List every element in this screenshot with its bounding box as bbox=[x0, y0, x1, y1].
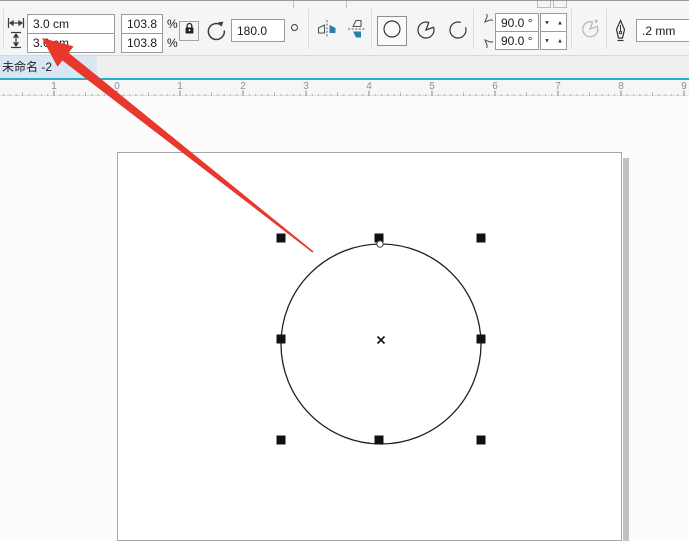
mirror-vertical-button[interactable] bbox=[344, 19, 370, 43]
toolbar-remnant bbox=[537, 1, 551, 8]
ellipse-mode-button[interactable] bbox=[377, 16, 407, 46]
svg-text:0: 0 bbox=[114, 81, 120, 92]
svg-text:2: 2 bbox=[240, 81, 246, 92]
scale-y-percent-label: % bbox=[167, 36, 178, 50]
spinner-down-icon[interactable]: ▼ bbox=[544, 19, 550, 26]
toolbar-remnant bbox=[293, 1, 294, 8]
toolbar-remnant bbox=[346, 1, 347, 8]
spinner-up-icon[interactable]: ▲ bbox=[557, 19, 563, 26]
svg-text:5: 5 bbox=[429, 81, 435, 92]
rotate-ccw-icon bbox=[205, 20, 228, 48]
pie-mode-button[interactable] bbox=[411, 16, 441, 46]
pen-nib-icon bbox=[612, 18, 629, 49]
spinner-up-icon[interactable]: ▲ bbox=[557, 37, 563, 44]
mirror-horizontal-button[interactable] bbox=[314, 19, 340, 43]
lock-ratio-button[interactable] bbox=[179, 21, 199, 41]
svg-text:1: 1 bbox=[177, 81, 183, 92]
start-angle-spinner[interactable]: ▼ ▲ bbox=[540, 13, 567, 32]
page-shadow bbox=[623, 158, 629, 541]
arc-icon bbox=[448, 19, 468, 44]
spinner-down-icon[interactable]: ▼ bbox=[544, 37, 550, 44]
scale-y-field[interactable]: 103.8 bbox=[121, 33, 163, 53]
svg-text:4: 4 bbox=[366, 81, 372, 92]
object-height-field[interactable]: 3.0 cm bbox=[27, 33, 115, 53]
document-page bbox=[117, 152, 622, 541]
ellipse-icon bbox=[382, 19, 402, 44]
svg-text:9: 9 bbox=[681, 81, 687, 92]
toolbar-remnant bbox=[553, 1, 567, 8]
outline-width-field[interactable]: .2 mm bbox=[636, 19, 689, 42]
svg-text:3: 3 bbox=[303, 81, 309, 92]
change-direction-icon bbox=[579, 18, 601, 45]
vertical-size-icon bbox=[10, 31, 22, 54]
svg-text:1: 1 bbox=[51, 81, 57, 92]
lock-icon bbox=[184, 22, 195, 40]
arc-mode-button[interactable] bbox=[443, 16, 473, 46]
end-angle-icon bbox=[477, 32, 493, 53]
horizontal-ruler: 1 0 1 2 3 4 5 6 7 8 9 bbox=[0, 80, 689, 96]
svg-text:7: 7 bbox=[555, 81, 561, 92]
rotation-angle-field[interactable]: 180.0 bbox=[231, 19, 285, 42]
change-direction-button[interactable] bbox=[577, 19, 603, 43]
svg-text:8: 8 bbox=[618, 81, 624, 92]
scale-x-percent-label: % bbox=[167, 17, 178, 31]
property-bar: 3.0 cm 3.0 cm 103.8 103.8 % % 180.0 bbox=[0, 0, 689, 56]
svg-text:6: 6 bbox=[492, 81, 498, 92]
mirror-horizontal-icon bbox=[315, 17, 339, 46]
mirror-vertical-icon bbox=[345, 17, 369, 46]
end-angle-field[interactable]: 90.0 ° bbox=[495, 31, 539, 50]
document-tab-bar: 未命名 -2 bbox=[0, 56, 689, 78]
document-tab-active[interactable]: 未命名 -2 bbox=[0, 56, 97, 78]
degree-circle-icon bbox=[291, 24, 298, 31]
scale-x-field[interactable]: 103.8 bbox=[121, 14, 163, 34]
pie-icon bbox=[416, 19, 436, 44]
end-angle-spinner[interactable]: ▼ ▲ bbox=[540, 31, 567, 50]
start-angle-field[interactable]: 90.0 ° bbox=[495, 13, 539, 32]
object-width-field[interactable]: 3.0 cm bbox=[27, 14, 115, 34]
